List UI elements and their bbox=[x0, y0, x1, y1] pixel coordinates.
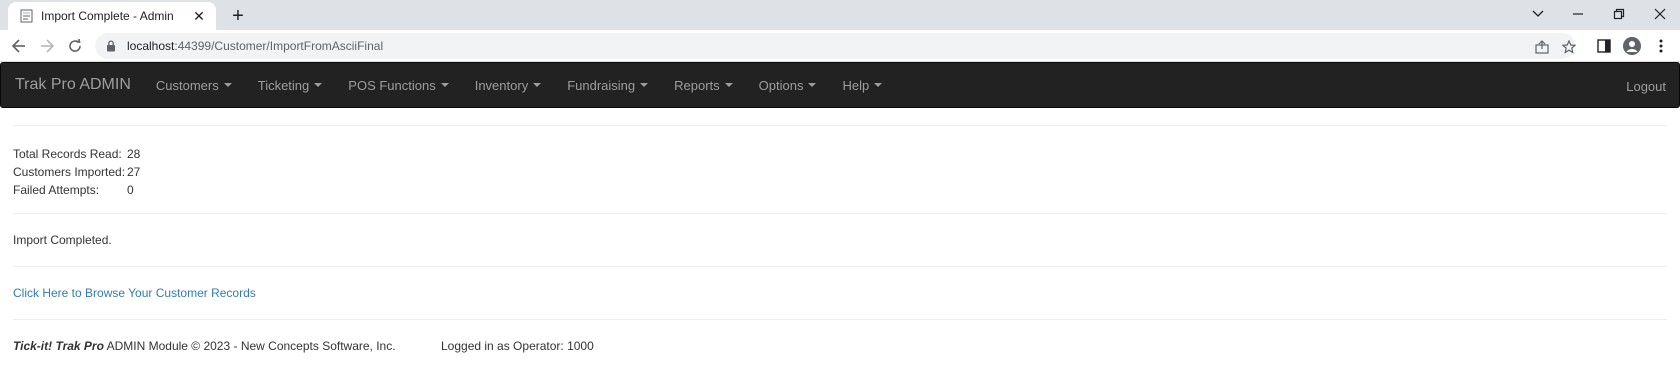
nav-label: Help bbox=[842, 77, 870, 93]
browser-tabstrip: Import Complete - Admin ✕ + bbox=[0, 0, 1680, 30]
app-navbar: Trak Pro ADMIN Customers Ticketing POS F… bbox=[0, 62, 1680, 108]
nav-inventory[interactable]: Inventory bbox=[462, 62, 554, 108]
stat-label: Total Records Read: bbox=[13, 147, 122, 161]
caret-down-icon bbox=[440, 83, 449, 87]
lock-icon[interactable] bbox=[105, 40, 117, 52]
footer-copyright: Tick-it! Trak Pro ADMIN Module © 2023 - … bbox=[13, 339, 396, 353]
nav-label: Customers bbox=[155, 77, 219, 93]
import-status-message: Import Completed. bbox=[13, 233, 112, 247]
close-window-icon[interactable] bbox=[1640, 0, 1680, 28]
nav-options[interactable]: Options bbox=[746, 62, 830, 108]
nav-label: Ticketing bbox=[257, 77, 310, 93]
star-icon[interactable] bbox=[1558, 36, 1580, 58]
footer-copyright-text: ADMIN Module © 2023 - New Concepts Softw… bbox=[103, 339, 396, 353]
reload-icon[interactable] bbox=[63, 34, 87, 58]
forward-icon[interactable] bbox=[35, 34, 59, 58]
new-tab-button[interactable]: + bbox=[227, 5, 249, 27]
caret-down-icon bbox=[223, 83, 232, 87]
stat-value: 28 bbox=[127, 147, 141, 161]
url-host: localhost bbox=[127, 39, 175, 53]
logout-link[interactable]: Logout bbox=[1626, 63, 1666, 109]
stat-value: 0 bbox=[127, 183, 134, 197]
nav-help[interactable]: Help bbox=[829, 62, 895, 108]
caret-down-icon bbox=[640, 83, 649, 87]
nav-label: POS Functions bbox=[348, 77, 436, 93]
url-text: localhost:44399/Customer/ImportFromAscii… bbox=[127, 39, 383, 53]
page-icon bbox=[19, 9, 33, 23]
nav-label: Fundraising bbox=[567, 77, 636, 93]
kebab-menu-icon[interactable] bbox=[1649, 34, 1673, 58]
stat-customers-imported: Customers Imported: 27 bbox=[13, 163, 140, 181]
caret-down-icon bbox=[724, 83, 733, 87]
divider bbox=[13, 125, 1667, 126]
stat-value: 27 bbox=[127, 165, 141, 179]
caret-down-icon bbox=[314, 83, 323, 87]
nav-reports[interactable]: Reports bbox=[661, 62, 746, 108]
divider bbox=[13, 319, 1667, 320]
browse-customers-link[interactable]: Click Here to Browse Your Customer Recor… bbox=[13, 286, 256, 300]
back-icon[interactable] bbox=[7, 34, 31, 58]
share-icon[interactable] bbox=[1531, 36, 1553, 58]
stat-label: Customers Imported: bbox=[13, 165, 126, 179]
stat-failed-attempts: Failed Attempts: 0 bbox=[13, 181, 140, 199]
minimize-icon[interactable] bbox=[1558, 0, 1598, 28]
browser-tab[interactable]: Import Complete - Admin ✕ bbox=[8, 2, 216, 30]
divider bbox=[13, 266, 1667, 267]
footer-product: Tick-it! Trak Pro bbox=[13, 339, 104, 353]
caret-down-icon bbox=[874, 83, 883, 87]
profile-avatar-icon[interactable] bbox=[1620, 34, 1644, 58]
nav-customers[interactable]: Customers bbox=[143, 62, 245, 108]
nav-label: Inventory bbox=[474, 77, 529, 93]
nav-label: Reports bbox=[674, 77, 720, 93]
divider bbox=[13, 213, 1667, 214]
caret-down-icon bbox=[808, 83, 817, 87]
address-bar[interactable]: localhost:44399/Customer/ImportFromAscii… bbox=[95, 33, 1576, 59]
caret-down-icon bbox=[533, 83, 542, 87]
url-path: :44399/Customer/ImportFromAsciiFinal bbox=[174, 39, 384, 53]
stat-total-records: Total Records Read: 28 bbox=[13, 145, 140, 163]
restore-icon[interactable] bbox=[1599, 0, 1639, 28]
browser-toolbar: localhost:44399/Customer/ImportFromAscii… bbox=[0, 30, 1680, 62]
footer-operator: Logged in as Operator: 1000 bbox=[441, 339, 594, 353]
stat-label: Failed Attempts: bbox=[13, 183, 100, 197]
import-stats: Total Records Read: 28 Customers Imported… bbox=[13, 145, 140, 199]
nav-label: Options bbox=[758, 77, 804, 93]
tab-title: Import Complete - Admin bbox=[41, 9, 174, 23]
chevron-down-icon[interactable] bbox=[1518, 0, 1558, 28]
nav-ticketing[interactable]: Ticketing bbox=[245, 62, 336, 108]
nav-fundraising[interactable]: Fundraising bbox=[554, 62, 661, 108]
close-icon[interactable]: ✕ bbox=[190, 7, 208, 25]
brand-link[interactable]: Trak Pro ADMIN bbox=[15, 76, 131, 94]
side-panel-icon[interactable] bbox=[1592, 34, 1616, 58]
nav-pos-functions[interactable]: POS Functions bbox=[335, 62, 461, 108]
